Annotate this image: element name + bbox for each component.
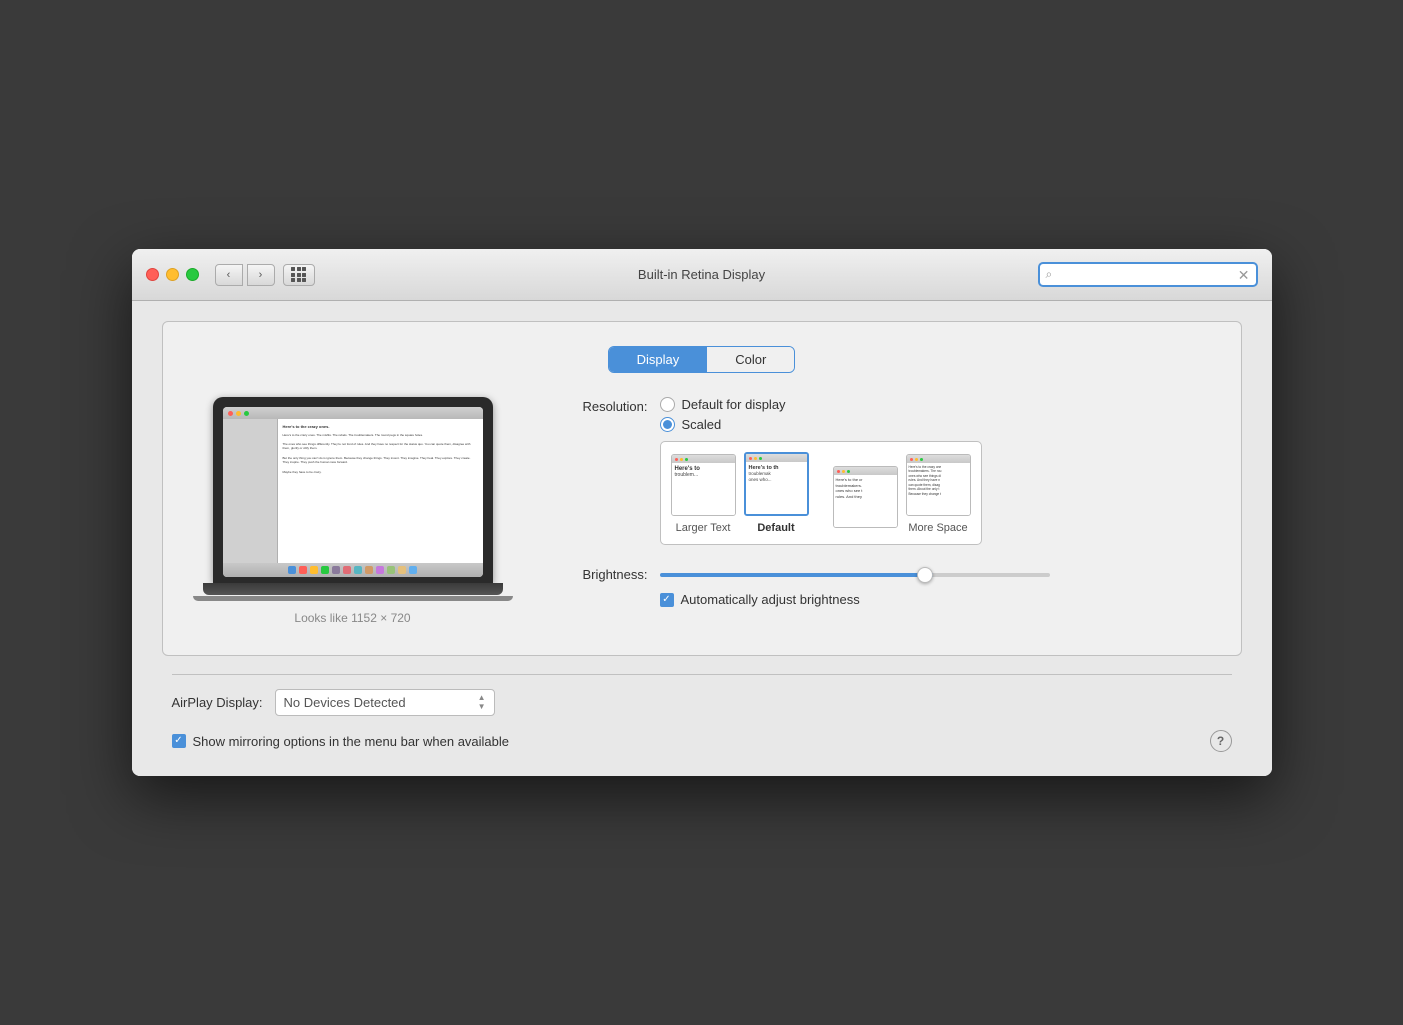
display-content: Here's to the crazy ones. Here's to the … [193,397,1211,625]
clear-search-button[interactable]: ✕ [1238,268,1250,282]
radio-selected-indicator [663,420,672,429]
tab-bar: Display Color [193,346,1211,373]
laptop-screen: Here's to the crazy ones. Here's to the … [223,407,483,577]
thumb-more-label: More Space [908,522,967,534]
mirroring-checkmark-icon: ✓ [174,736,182,746]
tab-color[interactable]: Color [707,347,794,372]
help-icon: ? [1217,734,1224,748]
laptop-body: Here's to the crazy ones. Here's to the … [213,397,493,583]
airplay-dropdown[interactable]: No Devices Detected ▲ ▼ [275,689,495,716]
thumb-larger-frame[interactable]: Here's to troublem... [671,454,736,516]
checkmark-icon: ✓ [662,595,670,605]
thumb-more-frame[interactable]: Here's to the crazy onetroublemakers. Th… [906,454,971,516]
forward-icon: › [259,269,263,281]
mirroring-label: Show mirroring options in the menu bar w… [193,734,510,749]
grid-view-button[interactable] [283,264,315,286]
screen-sidebar [223,419,278,563]
thumb-default-frame[interactable]: Here's to th troublemakones who... [744,452,809,516]
radio-default-btn[interactable] [660,397,675,412]
laptop-preview: Here's to the crazy ones. Here's to the … [193,397,513,625]
radio-scaled-label: Scaled [682,417,722,432]
back-icon: ‹ [227,269,231,281]
back-button[interactable]: ‹ [215,264,243,286]
scaled-previews: Here's to troublem... Larger Text [660,441,982,545]
scale-thumb-larger[interactable]: Here's to troublem... Larger Text [671,454,736,534]
radio-default-label: Default for display [682,397,786,412]
forward-button[interactable]: › [247,264,275,286]
thumb-larger-label: Larger Text [676,522,731,534]
window-title: Built-in Retina Display [638,267,765,282]
divider [172,674,1232,675]
scale-thumb-more[interactable]: Here's to the crazy onetroublemakers. Th… [906,454,971,534]
resolution-options: Default for display Scaled [660,397,982,549]
bottom-section: AirPlay Display: No Devices Detected ▲ ▼… [162,674,1242,752]
brightness-thumb[interactable] [917,567,933,583]
close-button[interactable] [146,268,159,281]
radio-scaled[interactable]: Scaled [660,417,982,432]
main-window: ‹ › Built-in Retina Display ⌕ ✕ Di [132,249,1272,776]
main-panel: Display Color [162,321,1242,656]
radio-default[interactable]: Default for display [660,397,982,412]
settings-panel: Resolution: Default for display Scaled [553,397,1211,607]
thumb-mid-frame[interactable]: Here's to the crtroublemakers.ones who s… [833,466,898,528]
mirroring-row: ✓ Show mirroring options in the menu bar… [172,734,1210,749]
minimize-button[interactable] [166,268,179,281]
resolution-row: Resolution: Default for display Scaled [553,397,1211,549]
grid-icon [291,267,306,282]
laptop-base [203,583,503,595]
brightness-slider[interactable] [660,573,1050,577]
airplay-label: AirPlay Display: [172,695,263,710]
brightness-label: Brightness: [553,567,648,582]
scale-thumb-default[interactable]: Here's to th troublemakones who... Defau… [744,452,809,534]
search-input[interactable] [1057,268,1233,282]
search-icon: ⌕ [1046,267,1053,282]
airplay-dropdown-value: No Devices Detected [284,695,472,710]
airplay-row: AirPlay Display: No Devices Detected ▲ ▼ [172,689,1232,716]
auto-brightness-row: ✓ Automatically adjust brightness [660,592,1211,607]
scale-thumb-mid[interactable]: Here's to the crtroublemakers.ones who s… [833,466,898,534]
mirroring-checkbox[interactable]: ✓ [172,734,186,748]
auto-brightness-label: Automatically adjust brightness [681,592,860,607]
dropdown-arrows-icon: ▲ ▼ [478,694,486,711]
traffic-lights [146,268,199,281]
maximize-button[interactable] [186,268,199,281]
brightness-slider-container[interactable] [660,573,1050,577]
help-button[interactable]: ? [1210,730,1232,752]
tab-display[interactable]: Display [609,347,708,372]
search-box[interactable]: ⌕ ✕ [1038,262,1258,287]
brightness-row: Brightness: [553,567,1211,582]
nav-buttons: ‹ › [215,264,275,286]
auto-brightness-checkbox[interactable]: ✓ [660,593,674,607]
resolution-label: Resolution: [553,397,648,414]
tab-group: Display Color [608,346,796,373]
radio-scaled-btn[interactable] [660,417,675,432]
laptop-foot [193,596,513,601]
laptop-resolution-label: Looks like 1152 × 720 [294,611,410,625]
thumb-default-label: Default [757,522,794,534]
screen-main-content: Here's to the crazy ones. Here's to the … [278,419,483,563]
titlebar: ‹ › Built-in Retina Display ⌕ ✕ [132,249,1272,301]
content-area: Display Color [132,301,1272,776]
